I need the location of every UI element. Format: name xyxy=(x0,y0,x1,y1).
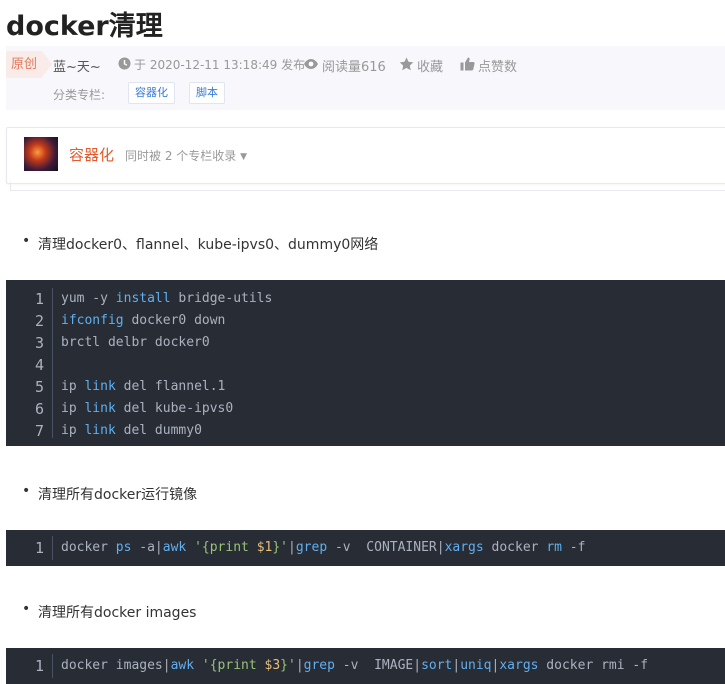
code-line: 2 ifconfig docker0 down xyxy=(6,310,725,332)
column-collection-dropdown[interactable]: 同时被 2 个专栏收录 ▼ xyxy=(125,147,247,164)
like-button[interactable]: 点赞数 xyxy=(460,56,517,75)
list-item: 清理所有docker images xyxy=(22,601,197,622)
code-line: 1 docker images|awk '{print $3}'|grep -v… xyxy=(6,655,725,677)
line-number: 5 xyxy=(34,378,44,396)
caret-down-icon: ▼ xyxy=(240,152,248,162)
column-card-shadow xyxy=(10,182,725,191)
code-text: ip link del dummy0 xyxy=(61,423,202,438)
publish-date-text: 于 2020-12-11 13:18:49 发布 xyxy=(134,58,306,72)
code-text: ip link del flannel.1 xyxy=(61,379,226,394)
code-line: 1 docker ps -a|awk '{print $1}'|grep -v … xyxy=(6,537,725,559)
code-line: 1 yum -y install bridge-utils xyxy=(6,288,725,310)
star-icon xyxy=(399,57,414,74)
code-block-network: 1 yum -y install bridge-utils 2 ifconfig… xyxy=(6,280,725,446)
code-line: 3 brctl delbr docker0 xyxy=(6,332,725,354)
clock-icon xyxy=(118,57,131,73)
category-label: 分类专栏: xyxy=(53,88,106,102)
line-number: 1 xyxy=(34,539,44,557)
list-item: 清理所有docker运行镜像 xyxy=(22,483,197,504)
line-number: 7 xyxy=(34,422,44,440)
tag-script[interactable]: 脚本 xyxy=(189,82,225,104)
read-count-text: 阅读量616 xyxy=(322,60,386,75)
line-number: 2 xyxy=(34,312,44,330)
code-text: ip link del kube-ipvs0 xyxy=(61,401,234,416)
code-text: yum -y install bridge-utils xyxy=(61,291,273,306)
line-number: 1 xyxy=(34,657,44,675)
list-item: 清理docker0、flannel、kube-ipvs0、dummy0网络 xyxy=(22,233,378,254)
line-number: 4 xyxy=(34,356,44,374)
column-card: 容器化 同时被 2 个专栏收录 ▼ xyxy=(6,127,725,184)
code-text: docker images|awk '{print $3}'|grep -v I… xyxy=(61,658,649,673)
code-block-images: 1 docker images|awk '{print $3}'|grep -v… xyxy=(6,648,725,684)
author-link[interactable]: 蓝~天~ xyxy=(53,56,101,75)
publish-date: 于 2020-12-11 13:18:49 发布 xyxy=(118,56,305,73)
original-badge: 原创 xyxy=(6,51,52,78)
code-block-containers: 1 docker ps -a|awk '{print $1}'|grep -v … xyxy=(6,530,725,566)
code-line: 6 ip link del kube-ipvs0 xyxy=(6,398,725,420)
column-name-link[interactable]: 容器化 xyxy=(69,144,114,165)
tag-containerization[interactable]: 容器化 xyxy=(128,82,175,104)
read-count: 阅读量616 xyxy=(303,56,386,75)
code-line: 4 xyxy=(6,354,725,376)
code-line: 5 ip link del flannel.1 xyxy=(6,376,725,398)
eye-icon xyxy=(303,58,319,73)
article-meta-bar: 原创 蓝~天~ 于 2020-12-11 13:18:49 发布 阅读量616 … xyxy=(6,46,725,110)
thumbs-up-icon xyxy=(460,57,475,74)
favorite-button[interactable]: 收藏 xyxy=(399,56,443,75)
line-number: 3 xyxy=(34,334,44,352)
code-text: ifconfig docker0 down xyxy=(61,313,226,328)
like-label: 点赞数 xyxy=(478,60,518,75)
code-text: brctl delbr docker0 xyxy=(61,335,210,350)
line-number: 6 xyxy=(34,400,44,418)
column-cover-image[interactable] xyxy=(24,137,58,171)
code-text: docker ps -a|awk '{print $1}'|grep -v CO… xyxy=(61,540,586,555)
article-title: docker清理 xyxy=(6,11,163,42)
line-number: 1 xyxy=(34,290,44,308)
favorite-label: 收藏 xyxy=(417,60,444,75)
column-collection-text: 同时被 2 个专栏收录 xyxy=(125,149,237,163)
code-line: 7 ip link del dummy0 xyxy=(6,420,725,442)
